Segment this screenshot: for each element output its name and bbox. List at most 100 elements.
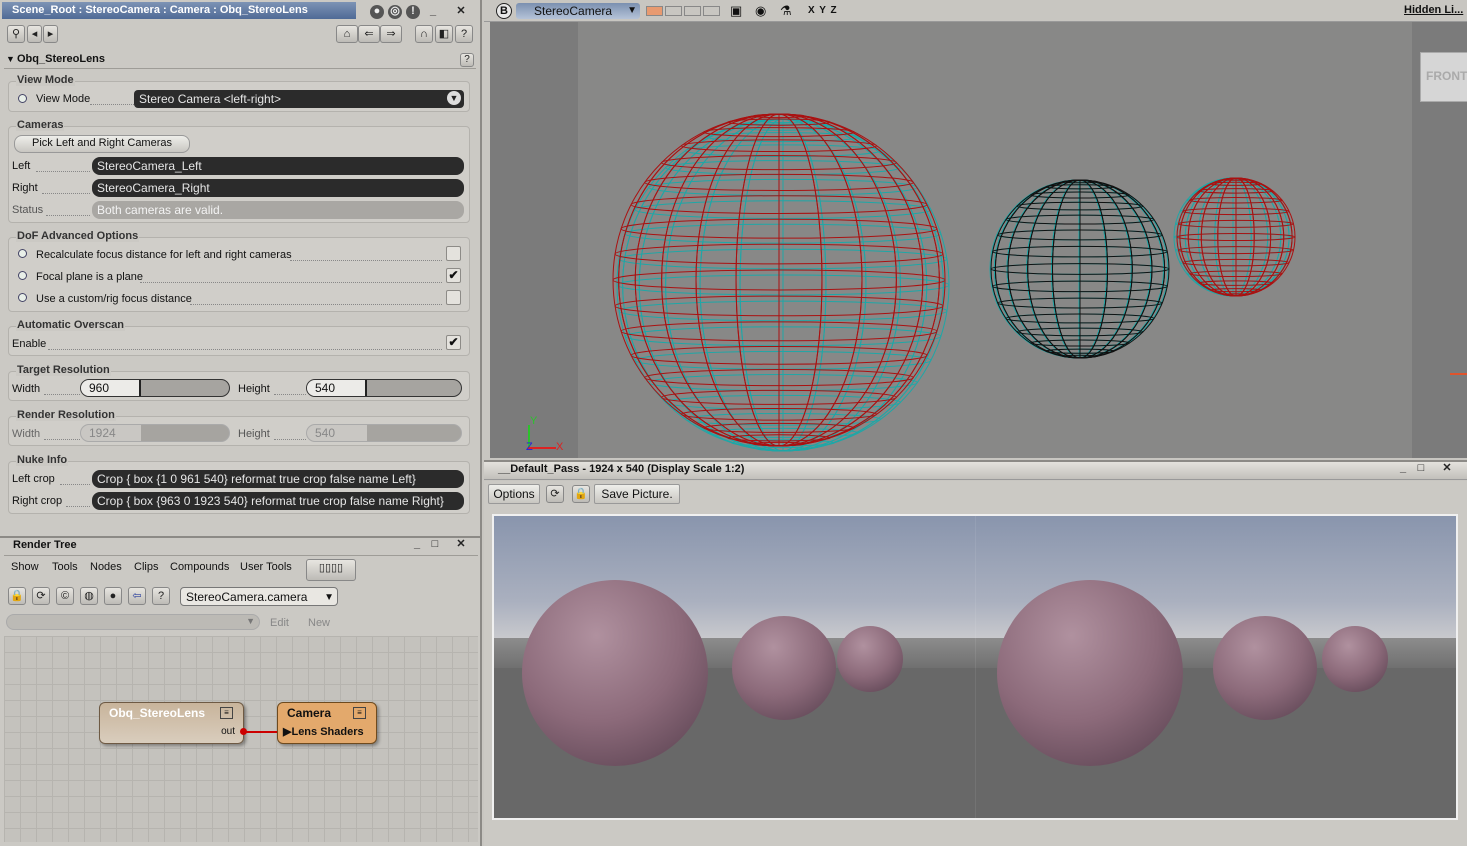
render-image <box>492 514 1458 820</box>
back-icon[interactable]: ◂ <box>27 25 42 43</box>
rt-menu-show[interactable]: Show <box>11 561 39 573</box>
left-crop-field[interactable]: Crop { box {1 0 961 540} reformat true c… <box>92 470 464 488</box>
rt-lock-icon[interactable]: 🔒 <box>8 587 26 605</box>
rr-options-button[interactable]: Options <box>488 484 540 504</box>
pick-icon[interactable]: ⚲ <box>7 25 25 43</box>
left-camera-label: Left <box>12 160 31 172</box>
rt-menu-nodes[interactable]: Nodes <box>90 561 122 573</box>
node-obq-port-out: out <box>221 726 235 737</box>
rt-help-icon[interactable]: ? <box>152 587 170 605</box>
help-icon[interactable]: ? <box>455 25 473 43</box>
target-height-value[interactable]: 540 <box>307 380 367 396</box>
lock-icon[interactable]: ● <box>370 5 384 19</box>
rt-back-arrow-icon[interactable]: ⇦ <box>128 587 146 605</box>
right-camera-field[interactable]: StereoCamera_Right <box>92 179 464 197</box>
sync-icon[interactable]: ◧ <box>435 25 453 43</box>
wireframe-sphere <box>616 118 950 452</box>
rr-refresh-icon[interactable]: ⟳ <box>546 485 564 503</box>
node-menu-icon[interactable]: ≡ <box>220 707 233 719</box>
render-width-slider: 1924 <box>80 424 230 442</box>
dof-opt2-anim-icon[interactable] <box>18 271 27 280</box>
rt-menu-tools[interactable]: Tools <box>52 561 78 573</box>
axis-toggles[interactable]: X Y Z <box>808 5 838 16</box>
target-width-value[interactable]: 960 <box>81 380 141 396</box>
target-width-slider[interactable]: 960 <box>80 379 230 397</box>
viewport-camera-select[interactable]: StereoCamera ▼ <box>516 3 640 19</box>
status-field: Both cameras are valid. <box>92 201 464 219</box>
render-res-group-title: Render Resolution <box>16 409 116 421</box>
rt-new-button[interactable]: New <box>308 617 330 629</box>
viewport-camera-name: StereoCamera <box>534 4 613 18</box>
dof-opt1-checkbox[interactable] <box>446 246 461 261</box>
node-camera-port[interactable]: ▶Lens Shaders <box>283 725 364 738</box>
eye-icon[interactable]: ◉ <box>755 3 766 19</box>
node-camera[interactable]: Camera ≡ ▶Lens Shaders <box>277 702 377 744</box>
camera-select-value: StereoCamera.camera <box>186 590 308 604</box>
render-tree-title: Render Tree <box>13 539 77 551</box>
render-tree-close-icon[interactable]: ✕ <box>454 538 468 552</box>
camera-select[interactable]: StereoCamera.camera ▼ <box>180 587 338 606</box>
shading-icon[interactable]: ⚗ <box>780 3 792 19</box>
dof-opt3-checkbox[interactable] <box>446 290 461 305</box>
rt-globe-icon[interactable]: ◍ <box>80 587 98 605</box>
display-mode-tabs[interactable] <box>646 6 720 16</box>
target-height-slider[interactable]: 540 <box>306 379 462 397</box>
section-title: Obq_StereoLens <box>17 53 106 65</box>
magnet-icon[interactable]: ∩ <box>415 25 433 43</box>
chevron-down-icon: ▼ <box>246 616 255 626</box>
render-tree-grip-icon[interactable]: ▯▯▯▯ <box>306 559 356 581</box>
revert-icon[interactable]: ⇒ <box>380 25 402 43</box>
rt-menu-user-tools[interactable]: User Tools <box>240 561 292 573</box>
dof-opt3-anim-icon[interactable] <box>18 293 27 302</box>
rt-menu-compounds[interactable]: Compounds <box>170 561 229 573</box>
load-preset-icon[interactable]: ⌂ <box>336 25 358 43</box>
rr-close-icon[interactable]: ✕ <box>1440 462 1454 476</box>
rt-refresh-icon[interactable]: ⟳ <box>32 587 50 605</box>
render-region-title: __Default_Pass - 1924 x 540 (Display Sca… <box>498 463 745 475</box>
hidden-lines-menu[interactable]: Hidden Li... <box>1404 4 1463 16</box>
viewport-canvas[interactable]: FRONT Y X Z <box>490 22 1467 458</box>
rt-clear-icon[interactable]: © <box>56 587 74 605</box>
camera-view-icon[interactable]: ▣ <box>730 3 742 19</box>
info-icon[interactable]: ! <box>406 5 420 19</box>
node-camera-title: Camera <box>287 706 332 720</box>
close-icon[interactable]: ✕ <box>454 5 468 19</box>
render-tree-minimize-icon[interactable]: _ <box>410 538 424 552</box>
view-mode-group-title: View Mode <box>16 74 75 86</box>
overscan-enable-label: Enable <box>12 338 47 350</box>
rr-lock-icon[interactable]: 🔒 <box>572 485 590 503</box>
node-menu-icon[interactable]: ≡ <box>353 707 366 719</box>
dof-group-title: DoF Advanced Options <box>16 230 140 242</box>
view-cube[interactable]: FRONT <box>1420 52 1467 102</box>
refresh-icon[interactable]: ◎ <box>388 5 402 19</box>
overscan-enable-checkbox[interactable]: ✔ <box>446 335 461 350</box>
section-collapse-icon[interactable]: ▼ <box>6 54 15 64</box>
rt-bomb-icon[interactable]: ● <box>104 587 122 605</box>
wireframe-sphere <box>612 113 946 447</box>
view-mode-select[interactable]: Stereo Camera <left-right> ▼ <box>134 90 464 108</box>
left-crop-label: Left crop <box>12 473 55 485</box>
dof-opt1-anim-icon[interactable] <box>18 249 27 258</box>
connection-wire <box>245 731 280 733</box>
node-obq-stereolens[interactable]: Obq_StereoLens ≡ out <box>99 702 247 744</box>
forward-icon[interactable]: ▸ <box>43 25 58 43</box>
save-preset-icon[interactable]: ⇐ <box>358 25 380 43</box>
render-sphere <box>522 580 708 766</box>
rr-minimize-icon[interactable]: _ <box>1396 462 1410 476</box>
render-sphere <box>1213 616 1317 720</box>
view-mode-anim-icon[interactable] <box>18 94 27 103</box>
rt-menu-clips[interactable]: Clips <box>134 561 158 573</box>
rt-search-field[interactable]: ▼ <box>6 614 260 630</box>
rr-save-picture-button[interactable]: Save Picture. <box>594 484 680 504</box>
pick-cameras-button[interactable]: Pick Left and Right Cameras <box>14 135 190 153</box>
rt-edit-button[interactable]: Edit <box>270 617 289 629</box>
viewport-letter-badge[interactable]: B <box>496 3 512 19</box>
dof-opt2-checkbox[interactable]: ✔ <box>446 268 461 283</box>
left-camera-field[interactable]: StereoCamera_Left <box>92 157 464 175</box>
render-tree-maximize-icon[interactable]: □ <box>428 538 442 552</box>
section-help-icon[interactable]: ? <box>460 53 474 67</box>
rr-maximize-icon[interactable]: □ <box>1414 462 1428 476</box>
right-crop-field[interactable]: Crop { box {963 0 1923 540} reformat tru… <box>92 492 464 510</box>
minimize-icon[interactable]: _ <box>426 5 440 19</box>
nuke-group-title: Nuke Info <box>16 454 69 466</box>
